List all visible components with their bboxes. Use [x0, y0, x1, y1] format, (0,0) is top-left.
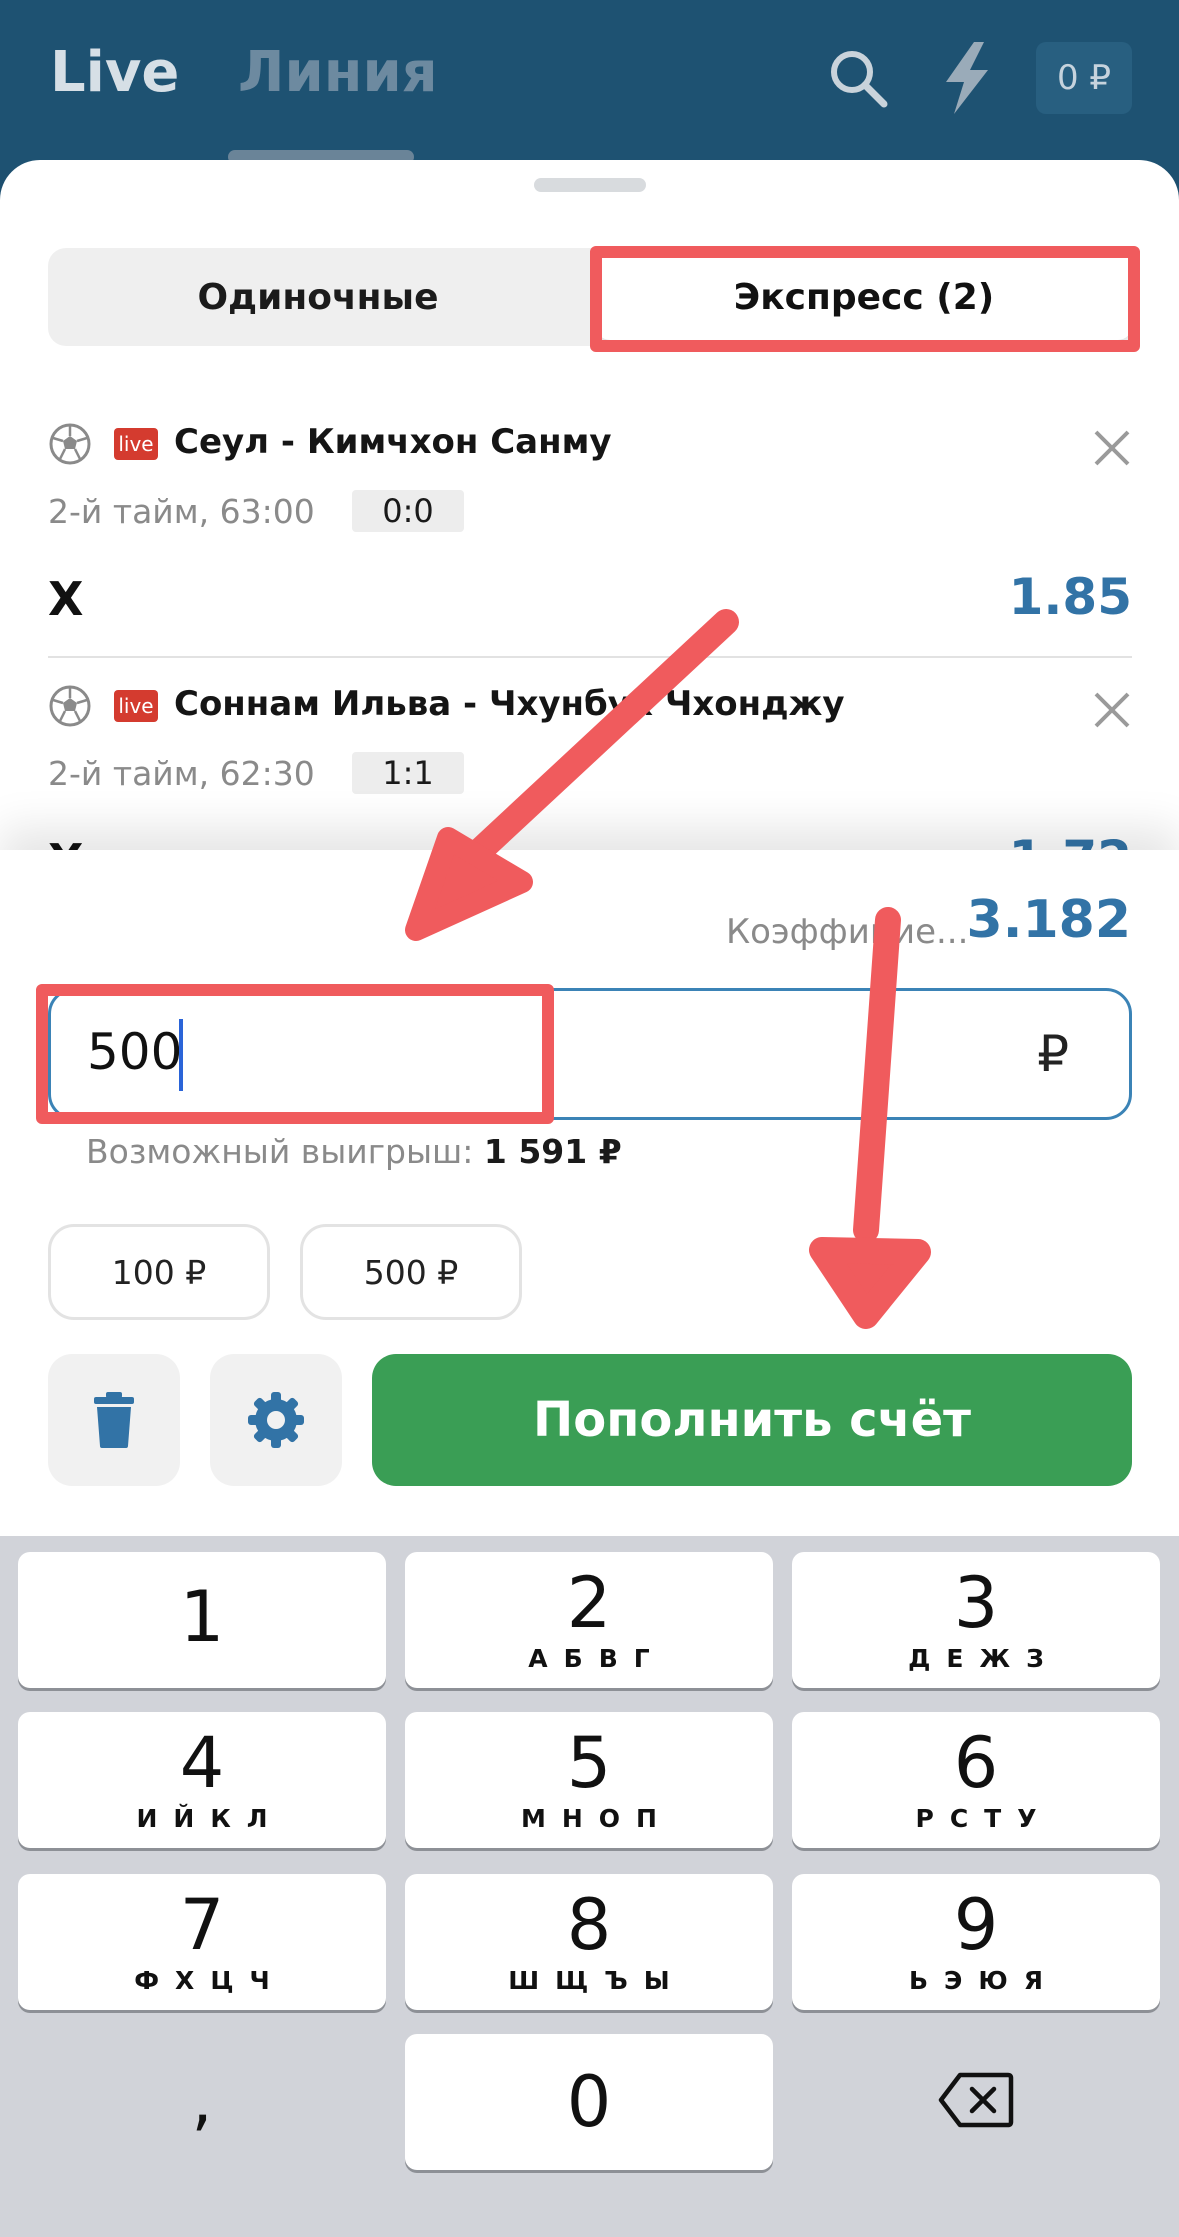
key-letters: ИЙКЛ [136, 1803, 284, 1833]
lightning-icon[interactable] [940, 42, 994, 114]
key-letters: ФХЦЧ [134, 1965, 286, 1995]
divider [48, 656, 1132, 658]
currency-symbol: ₽ [1037, 1025, 1069, 1083]
key-3[interactable]: 3 ДЕЖЗ [792, 1552, 1160, 1688]
soccer-ball-icon [49, 423, 91, 465]
close-icon[interactable] [1092, 690, 1132, 730]
total-coef-label: Коэффицие... [726, 912, 969, 952]
balance-badge[interactable]: 0 ₽ [1036, 42, 1132, 114]
quick-amount-button[interactable]: 100 ₽ [48, 1224, 270, 1320]
tab-single[interactable]: Одиночные [48, 248, 588, 346]
comma-glyph: , [191, 2061, 213, 2139]
match-title: Соннам Ильва - Чхунбук Чхонджу [174, 684, 845, 724]
express-tab-highlight [590, 246, 1140, 352]
key-letters: МНОП [521, 1803, 673, 1833]
match-title: Сеул - Кимчхон Санму [174, 422, 612, 462]
key-5[interactable]: 5 МНОП [405, 1712, 773, 1848]
key-letters: ЬЭЮЯ [909, 1965, 1059, 1995]
key-digit: 0 [566, 2061, 612, 2143]
key-4[interactable]: 4 ИЙКЛ [18, 1712, 386, 1848]
quick-amount-button[interactable]: 500 ₽ [300, 1224, 522, 1320]
match-score: 0:0 [352, 490, 464, 532]
key-digit: 2 [566, 1561, 612, 1644]
key-letters: АБВГ [528, 1643, 666, 1673]
settings-button[interactable] [210, 1354, 342, 1486]
search-icon[interactable] [828, 48, 888, 108]
match-time: 2-й тайм, 62:30 [48, 754, 315, 793]
backspace-icon [938, 2072, 1014, 2128]
top-nav: Live Линия 0 ₽ [0, 0, 1179, 170]
key-9[interactable]: 9 ЬЭЮЯ [792, 1874, 1160, 2010]
live-badge: live [114, 690, 158, 722]
bet-outcome: X [48, 572, 84, 626]
key-comma[interactable]: , [18, 2032, 386, 2168]
deposit-button[interactable]: Пополнить счёт [372, 1354, 1132, 1486]
winnings-value: 1 591 ₽ [483, 1132, 622, 1171]
close-icon[interactable] [1092, 428, 1132, 468]
key-digit: 4 [179, 1721, 225, 1804]
key-letters: РСТУ [915, 1803, 1053, 1833]
winnings-label: Возможный выигрыш: [86, 1132, 474, 1171]
key-digit: 5 [566, 1721, 612, 1804]
key-digit: 7 [179, 1883, 225, 1966]
match-score: 1:1 [352, 752, 464, 794]
stake-panel: Коэффицие... 3.182 500 ₽ Возможный выигр… [0, 850, 1179, 1540]
key-2[interactable]: 2 АБВГ [405, 1552, 773, 1688]
key-8[interactable]: 8 ШЩЪЫ [405, 1874, 773, 2010]
gear-icon [248, 1392, 304, 1448]
bet-item: live Сеул - Кимчхон Санму 2-й тайм, 63:0… [48, 422, 1132, 626]
total-coef-value: 3.182 [966, 890, 1131, 950]
trash-icon [94, 1392, 134, 1448]
bet-odd: 1.85 [1008, 568, 1132, 626]
stake-input-highlight [36, 984, 554, 1124]
clear-betslip-button[interactable] [48, 1354, 180, 1486]
tab-live[interactable]: Live [50, 40, 179, 105]
match-time: 2-й тайм, 63:00 [48, 492, 315, 531]
key-0[interactable]: 0 [405, 2034, 773, 2170]
live-badge: live [114, 428, 158, 460]
soccer-ball-icon [49, 685, 91, 727]
key-delete[interactable] [792, 2032, 1160, 2168]
key-1[interactable]: 1 [18, 1552, 386, 1688]
key-digit: 8 [566, 1883, 612, 1966]
key-digit: 3 [953, 1561, 999, 1644]
sheet-grabber[interactable] [534, 178, 646, 192]
key-letters: ШЩЪЫ [508, 1965, 686, 1995]
key-digit: 9 [953, 1883, 999, 1966]
key-digit: 1 [179, 1576, 225, 1658]
numeric-keyboard: 1 2 АБВГ 3 ДЕЖЗ 4 ИЙКЛ 5 МНОП 6 РСТУ 7 Ф… [0, 1536, 1179, 2237]
key-digit: 6 [953, 1721, 999, 1804]
tab-line[interactable]: Линия [238, 40, 438, 105]
key-7[interactable]: 7 ФХЦЧ [18, 1874, 386, 2010]
possible-winnings: Возможный выигрыш: 1 591 ₽ [86, 1132, 622, 1171]
key-letters: ДЕЖЗ [908, 1643, 1060, 1673]
key-6[interactable]: 6 РСТУ [792, 1712, 1160, 1848]
